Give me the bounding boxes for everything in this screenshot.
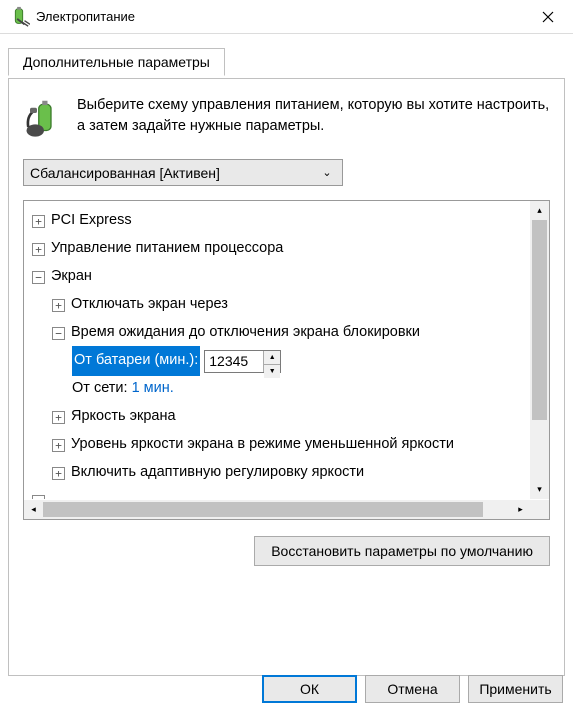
scroll-corner [530, 500, 549, 519]
vscroll-thumb[interactable] [532, 220, 547, 420]
tree-item-screen[interactable]: −Экран [32, 263, 529, 291]
tree-item-brightness[interactable]: +Яркость экрана [52, 403, 529, 431]
power-icon [8, 6, 30, 28]
titlebar: Электропитание [0, 0, 573, 34]
spin-up-button[interactable]: ▲ [264, 351, 280, 365]
expand-icon[interactable]: + [52, 299, 65, 312]
tree-item-cpu[interactable]: +Управление питанием процессора [32, 235, 529, 263]
vscroll-track[interactable] [530, 220, 549, 480]
ac-label: От сети: [72, 375, 128, 403]
dialog-footer: ОК Отмена Применить [262, 675, 563, 703]
tree-item-battery[interactable]: От батареи (мин.): ▲ ▼ [72, 347, 529, 375]
spin-down-button[interactable]: ▼ [264, 365, 280, 378]
horizontal-scrollbar[interactable]: ◂ ▸ [24, 500, 530, 519]
hscroll-track[interactable] [43, 500, 511, 519]
intro-text: Выберите схему управления питанием, кото… [77, 95, 550, 137]
tree-item-turnoff[interactable]: +Отключать экран через [52, 291, 529, 319]
window-title: Электропитание [36, 9, 525, 24]
expand-icon[interactable]: + [32, 495, 45, 500]
scroll-up-button[interactable]: ▴ [530, 201, 549, 220]
scroll-down-button[interactable]: ▾ [530, 480, 549, 499]
ac-value[interactable]: 1 мин. [132, 375, 174, 403]
scroll-right-button[interactable]: ▸ [511, 500, 530, 519]
tree-item-dimbrightness[interactable]: +Уровень яркости экрана в режиме уменьше… [52, 431, 529, 459]
close-button[interactable] [525, 2, 571, 32]
expand-icon[interactable]: + [52, 411, 65, 424]
expand-icon[interactable]: + [32, 243, 45, 256]
tab-advanced[interactable]: Дополнительные параметры [8, 48, 225, 76]
tab-panel: Выберите схему управления питанием, кото… [8, 78, 565, 676]
vertical-scrollbar[interactable]: ▴ ▾ [530, 201, 549, 499]
scheme-selected-label: Сбалансированная [Активен] [30, 165, 220, 181]
battery-label: От батареи (мин.): [72, 346, 200, 376]
ok-button[interactable]: ОК [262, 675, 357, 703]
restore-defaults-button[interactable]: Восстановить параметры по умолчанию [254, 536, 550, 566]
hscroll-thumb[interactable] [43, 502, 483, 517]
tree-item-lockwait[interactable]: −Время ожидания до отключения экрана бло… [52, 319, 529, 347]
tree-item-adaptive[interactable]: +Включить адаптивную регулировку яркости [52, 459, 529, 487]
tree-item-ac[interactable]: От сети: 1 мин. [72, 375, 529, 403]
tabstrip: Дополнительные параметры [8, 48, 565, 78]
intro-row: Выберите схему управления питанием, кото… [23, 95, 550, 141]
power-scheme-select[interactable]: Сбалансированная [Активен] ⌄ [23, 159, 343, 186]
tree-item-pci[interactable]: +PCI Express [32, 207, 529, 235]
expand-icon[interactable]: + [52, 439, 65, 452]
tree-item-partial[interactable]: + [32, 487, 529, 499]
chevron-down-icon: ⌄ [318, 164, 336, 182]
settings-tree: +PCI Express +Управление питанием процес… [23, 200, 550, 520]
scroll-left-button[interactable]: ◂ [24, 500, 43, 519]
expand-icon[interactable]: + [32, 215, 45, 228]
collapse-icon[interactable]: − [52, 327, 65, 340]
power-plan-icon [23, 99, 65, 141]
collapse-icon[interactable]: − [32, 271, 45, 284]
expand-icon[interactable]: + [52, 467, 65, 480]
cancel-button[interactable]: Отмена [365, 675, 460, 703]
battery-value-input[interactable] [205, 351, 263, 372]
apply-button[interactable]: Применить [468, 675, 563, 703]
battery-value-spinner[interactable]: ▲ ▼ [204, 350, 281, 373]
